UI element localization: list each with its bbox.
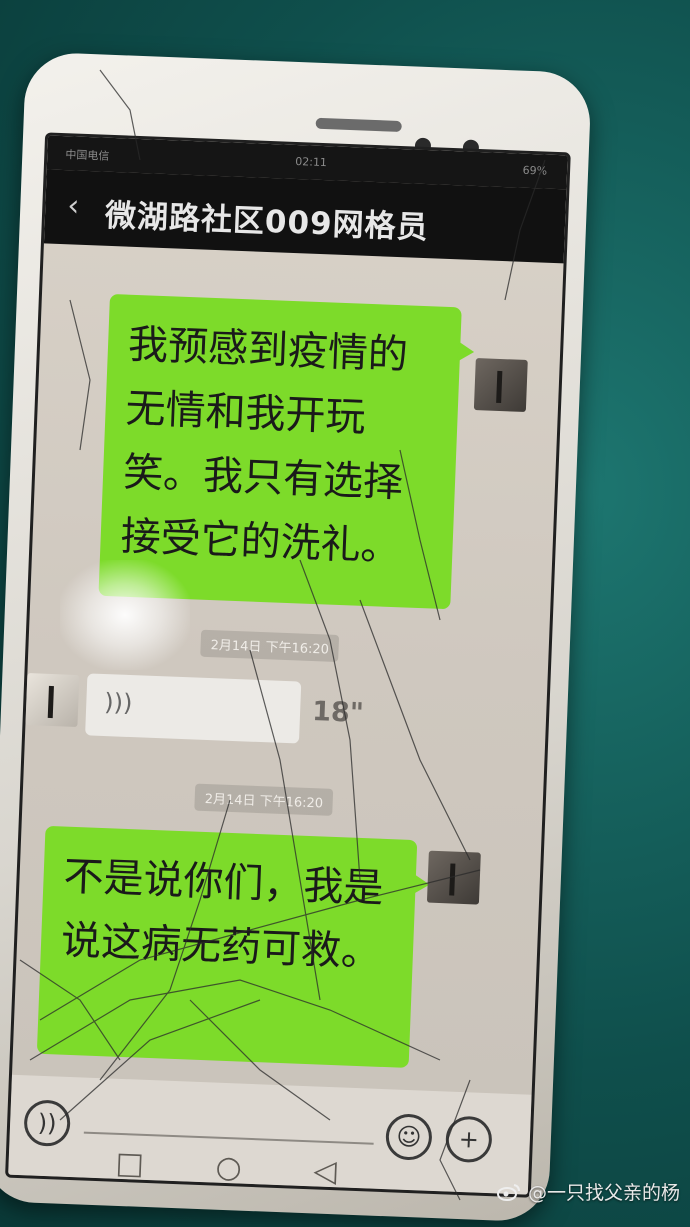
voice-message-bubble[interactable]: ))) — [85, 673, 302, 744]
carrier-label: 中国电信 — [65, 148, 110, 163]
circle-home-icon[interactable]: ○ — [215, 1150, 243, 1186]
message-timestamp: 2月14日 下午16:20 — [194, 783, 334, 816]
contact-avatar[interactable] — [25, 673, 80, 728]
chevron-left-icon[interactable]: ‹ — [67, 188, 80, 223]
user-avatar[interactable] — [473, 358, 528, 413]
light-glare — [60, 560, 190, 670]
user-avatar[interactable] — [426, 850, 481, 905]
watermark-text: @一只找父亲的杨 — [527, 1182, 680, 1204]
triangle-back-icon[interactable]: ◁ — [313, 1153, 337, 1189]
status-time: 02:11 — [295, 154, 328, 170]
weibo-watermark: @一只找父亲的杨 — [496, 1178, 680, 1205]
chat-title: 微湖路社区009网格员 — [104, 197, 430, 247]
weibo-logo-icon — [496, 1184, 520, 1201]
voice-wave-icon: ))) — [103, 688, 133, 718]
outgoing-message-bubble[interactable]: 不是说你们，我是说这病无药可救。 — [36, 825, 418, 1068]
earpiece-speaker — [315, 117, 402, 133]
message-timestamp: 2月14日 下午16:20 — [200, 629, 340, 662]
square-recent-icon[interactable]: □ — [115, 1146, 145, 1182]
message-text: 我预感到疫情的无情和我开玩笑。我只有选择接受它的洗礼。 — [119, 321, 409, 571]
battery-level: 69% — [522, 163, 548, 178]
voice-duration: 18" — [311, 696, 365, 729]
message-text: 不是说你们，我是说这病无药可救。 — [60, 853, 385, 976]
